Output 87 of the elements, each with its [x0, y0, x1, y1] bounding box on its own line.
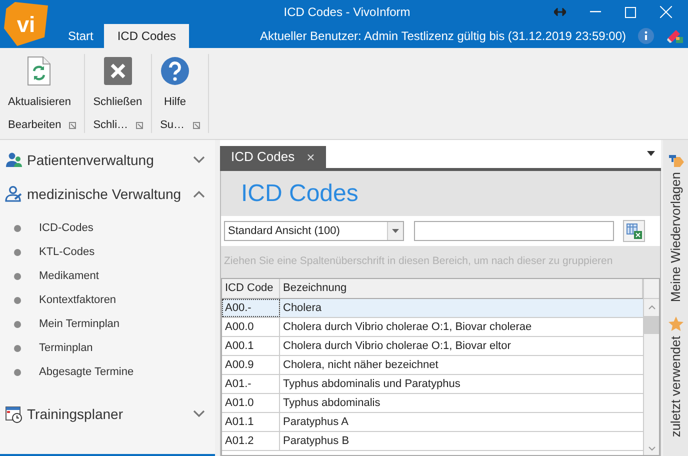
sidebar-group-header[interactable]: Patientenverwaltung	[0, 148, 215, 172]
table-cell: A00.-	[222, 299, 280, 317]
sidebar-item[interactable]: Abgesagte Termine	[0, 360, 215, 384]
bullet-icon	[14, 224, 21, 232]
table-cell-text: Cholera	[282, 300, 323, 316]
ribbon-group-label: Bearbeiten	[8, 118, 62, 133]
table-cell: A01.2	[222, 432, 280, 450]
ribbon-tab[interactable]: ICD Codes	[104, 24, 190, 48]
ribbon-button[interactable]: Schließen	[85, 54, 150, 117]
doctor-icon	[5, 186, 23, 202]
vertical-scrollbar[interactable]	[643, 279, 659, 455]
column-header[interactable]: ICD Code	[222, 279, 280, 298]
bullet-icon	[14, 344, 21, 352]
table-cell-text: Paratyphus B	[282, 434, 350, 449]
minimize-icon[interactable]	[590, 11, 601, 13]
sidebar-item[interactable]: Kontextfaktoren	[0, 288, 215, 312]
table-row[interactable]: A00.1 Cholera durch Vibrio cholerae O:1, Biovar eltor	[222, 337, 643, 356]
help-icon	[160, 56, 190, 86]
star-icon	[668, 316, 684, 332]
bullet-icon	[14, 296, 21, 304]
tab-close-button[interactable]: ×	[306, 146, 315, 168]
people-icon	[5, 152, 23, 168]
resize-arrows-icon[interactable]	[554, 8, 566, 16]
side-panel-tab[interactable]: zuletzt verwendet	[666, 316, 686, 438]
chevron-up-icon[interactable]	[193, 190, 205, 198]
sidebar-group-header[interactable]: Trainingsplaner	[0, 402, 215, 426]
table-cell-text: Typhus abdominalis	[282, 396, 382, 411]
ribbon-tab[interactable]: Start	[57, 24, 104, 48]
view-select[interactable]: Standard Ansicht (100)	[224, 221, 404, 241]
chevron-down-icon[interactable]	[193, 410, 205, 418]
document-tab[interactable]: ICD Codes ×	[220, 146, 326, 168]
table-row[interactable]: A01.1 Paratyphus A	[222, 413, 643, 432]
scroll-down-icon[interactable]	[648, 446, 656, 451]
table-row[interactable]: A00.0 Cholera durch Vibrio cholerae O:1, Biovar cholerae	[222, 318, 643, 337]
dropdown-caret-icon[interactable]	[647, 151, 655, 156]
dialog-launcher-icon[interactable]	[192, 122, 200, 128]
dialog-launcher-icon[interactable]	[69, 122, 76, 128]
close-icon[interactable]	[660, 6, 672, 18]
table-row[interactable]: A00.- Cholera	[222, 299, 643, 318]
info-icon[interactable]	[638, 28, 654, 44]
scroll-up-icon[interactable]	[648, 305, 656, 310]
table-cell-text: Paratyphus A	[282, 414, 350, 430]
table-export-icon	[626, 223, 642, 239]
pin-tag-icon	[668, 152, 684, 168]
search-field[interactable]	[414, 221, 614, 241]
table-cell: A00.9	[222, 356, 280, 374]
table-cell: A01.1	[222, 413, 280, 431]
sidebar-item[interactable]: Mein Terminplan	[0, 312, 215, 336]
table-row[interactable]: A00.9 Cholera, nicht näher bezeichnet	[222, 356, 643, 375]
page-title: ICD Codes	[241, 178, 358, 208]
sidebar-item[interactable]: ICD-Codes	[0, 216, 215, 240]
user-license-info: Aktueller Benutzer: Admin Testlizenz gültig bis (31.12.2019 23:59:00)	[260, 28, 626, 45]
table-cell-text: Cholera durch Vibrio cholerae O:1, Biovar cholerae	[282, 320, 533, 335]
bullet-icon	[14, 272, 21, 280]
table-cell-text: Cholera durch Vibrio cholerae O:1, Biovar eltor	[282, 338, 512, 354]
sidebar-item[interactable]: KTL-Codes	[0, 240, 215, 264]
bullet-icon	[14, 248, 21, 256]
table-cell-text: Typhus abdominalis und Paratyphus	[282, 376, 462, 392]
table-row[interactable]: A01.0 Typhus abdominalis	[222, 394, 643, 413]
ribbon-button[interactable]: Aktualisieren	[0, 54, 79, 117]
refresh-document-icon	[27, 56, 52, 86]
bullet-icon	[14, 368, 21, 376]
close-icon	[104, 57, 132, 85]
ribbon-group-label: Schli…	[93, 118, 128, 133]
dialog-launcher-icon[interactable]	[136, 122, 144, 128]
bullet-icon	[14, 320, 21, 328]
table-cell: A01.-	[222, 375, 280, 393]
eraser-icon[interactable]	[666, 28, 684, 44]
side-panel-tab[interactable]: Meine Wiedervorlagen	[666, 152, 686, 302]
table-cell: A00.0	[222, 318, 280, 336]
app-logo: vi	[4, 2, 48, 46]
table-cell: A00.1	[222, 337, 280, 355]
sidebar-item[interactable]: Medikament	[0, 264, 215, 288]
table-cell: A01.0	[222, 394, 280, 412]
table-cell-text: Cholera, nicht näher bezeichnet	[282, 358, 440, 373]
chevron-down-icon[interactable]	[193, 156, 205, 164]
calendar-clock-icon	[5, 405, 23, 423]
sidebar-item[interactable]: Terminplan	[0, 336, 215, 360]
export-button[interactable]	[623, 220, 645, 242]
sidebar-group-header[interactable]: medizinische Verwaltung	[0, 182, 215, 206]
ribbon-button[interactable]: Hilfe	[152, 54, 198, 117]
table-row[interactable]: A01.- Typhus abdominalis und Paratyphus	[222, 375, 643, 394]
scrollbar-thumb[interactable]	[644, 316, 659, 334]
window-title: ICD Codes - VivoInform	[284, 4, 410, 21]
table-row[interactable]: A01.2 Paratyphus B	[222, 432, 643, 451]
ribbon-group-label: Su…	[160, 118, 185, 133]
maximize-icon[interactable]	[625, 6, 636, 18]
